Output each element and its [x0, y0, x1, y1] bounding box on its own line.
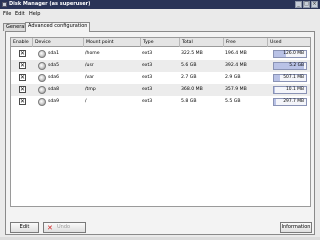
total-cell: 368.0 MB [181, 87, 203, 92]
undo-button-label: Undo [57, 224, 71, 230]
maximize-button[interactable]: □ [303, 1, 310, 8]
enable-checkbox[interactable]: ✕ [19, 86, 26, 93]
menu-bar: File Edit Help [0, 9, 320, 19]
column-free[interactable]: Free [224, 38, 268, 47]
enable-checkbox[interactable]: ✕ [19, 50, 26, 57]
column-mount-point[interactable]: Mount point [84, 38, 141, 47]
menu-help[interactable]: Help [29, 11, 40, 17]
total-cell: 5.8 GB [181, 99, 197, 104]
used-cell: 5.2 GB [289, 63, 304, 68]
tab-advanced-configuration[interactable]: Advanced configuration [25, 22, 91, 32]
mount-point-cell: /tmp [85, 87, 96, 92]
free-cell: 392.4 MB [225, 63, 247, 68]
disk-icon [38, 98, 46, 106]
main-window: File Edit Help General Advanced configur… [0, 9, 320, 240]
type-cell: ext3 [142, 75, 153, 80]
used-progress-bar: 297.7 MB [273, 98, 307, 106]
device-cell: sda1 [48, 51, 60, 56]
information-button-label: Information [281, 224, 311, 230]
used-progress-bar: 10.1 MB [273, 86, 307, 94]
total-cell: 5.6 GB [181, 63, 197, 68]
column-device[interactable]: Device [33, 38, 84, 47]
type-cell: ext3 [142, 51, 153, 56]
table-header: Enable Device Mount point Type Total Fre… [11, 38, 310, 47]
used-cell: 297.7 MB [283, 99, 304, 104]
used-cell: 507.1 MB [283, 75, 304, 80]
edit-button[interactable]: Edit [10, 222, 39, 233]
type-cell: ext3 [142, 63, 153, 68]
mount-point-cell: /usr [85, 63, 94, 68]
device-cell: sda8 [48, 87, 60, 92]
used-progress-bar: 5.2 GB [273, 62, 307, 70]
table-row[interactable]: ✕ sda6/var ext3 2.7 GB 2.9 GB 507.1 MB [11, 72, 310, 84]
used-progress-fill [274, 75, 280, 81]
minimize-button[interactable]: _ [295, 1, 302, 8]
device-cell: sda5 [48, 63, 60, 68]
used-cell: 10.1 MB [286, 87, 304, 92]
menu-file[interactable]: File [3, 11, 11, 17]
partition-table[interactable]: Enable Device Mount point Type Total Fre… [10, 37, 311, 207]
used-cell: 126.0 MB [283, 51, 304, 56]
table-row[interactable]: ✕ sda1/home ext3 322.5 MB 196.4 MB 126.0 MB [11, 48, 310, 60]
mount-point-cell: / [85, 99, 87, 104]
window-title: Disk Manager (as superuser) [9, 1, 91, 7]
used-progress-fill [274, 99, 276, 105]
mount-point-cell: /var [85, 75, 94, 80]
disk-icon [38, 74, 46, 82]
total-cell: 2.7 GB [181, 75, 197, 80]
disk-icon [38, 50, 46, 58]
free-cell: 2.9 GB [225, 75, 241, 80]
device-cell: sda6 [48, 75, 60, 80]
undo-icon: ✕ [47, 224, 53, 232]
column-total[interactable]: Total [180, 38, 224, 47]
app-icon [2, 2, 7, 7]
used-progress-bar: 126.0 MB [273, 50, 307, 58]
undo-button[interactable]: ✕ Undo [43, 222, 86, 233]
disk-icon [38, 62, 46, 70]
disk-icon [38, 86, 46, 94]
used-progress-fill [274, 87, 275, 93]
total-cell: 322.5 MB [181, 51, 203, 56]
menu-edit[interactable]: Edit [15, 11, 25, 17]
column-enable[interactable]: Enable [11, 38, 33, 47]
close-button[interactable]: × [311, 1, 318, 8]
free-cell: 196.4 MB [225, 51, 247, 56]
enable-checkbox[interactable]: ✕ [19, 62, 26, 69]
used-progress-bar: 507.1 MB [273, 74, 307, 82]
type-cell: ext3 [142, 99, 153, 104]
edit-button-label: Edit [19, 224, 30, 230]
free-cell: 357.9 MB [225, 87, 247, 92]
device-cell: sda9 [48, 99, 60, 104]
title-bar: Disk Manager (as superuser) _ □ × [0, 0, 320, 9]
free-cell: 5.5 GB [225, 99, 241, 104]
column-type[interactable]: Type [141, 38, 180, 47]
table-row[interactable]: ✕ sda9 / ext3 5.8 GB 5.5 GB 297.7 MB [11, 96, 310, 108]
table-row[interactable]: ✕ sda8/tmp ext3 368.0 MB 357.9 MB 10.1 MB [11, 84, 310, 96]
enable-checkbox[interactable]: ✕ [19, 98, 26, 105]
column-used[interactable]: Used [268, 38, 310, 47]
table-row[interactable]: ✕ sda5/usr ext3 5.6 GB 392.4 MB 5.2 GB [11, 60, 310, 72]
information-button[interactable]: Information [280, 222, 312, 233]
mount-point-cell: /home [85, 51, 100, 56]
type-cell: ext3 [142, 87, 153, 92]
tab-panel: Enable Device Mount point Type Total Fre… [5, 31, 315, 235]
enable-checkbox[interactable]: ✕ [19, 74, 26, 81]
